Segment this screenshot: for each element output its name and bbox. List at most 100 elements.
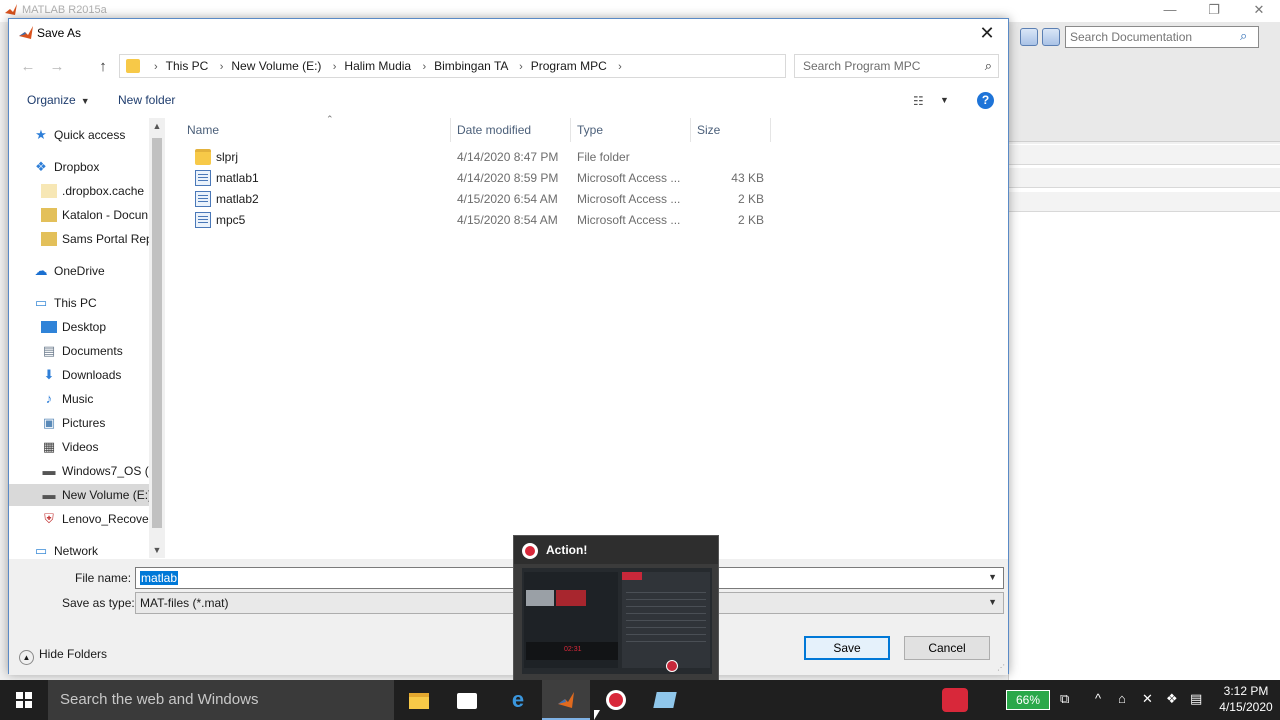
dialog-titlebar: Save As ✕ (9, 19, 1008, 49)
nav-item-label: Downloads (62, 368, 122, 382)
nav-item-label: .dropbox.cache (62, 184, 145, 198)
battery-indicator[interactable]: 66% (1006, 690, 1050, 710)
network-icon: ▭ (34, 543, 48, 558)
taskbar-search-box[interactable]: Search the web and Windows (48, 680, 394, 720)
nav-scrollbar[interactable]: ▲ ▼ (149, 118, 165, 558)
taskbar-clock[interactable]: 3:12 PM 4/15/2020 (1214, 683, 1278, 715)
nav-item-pictures[interactable]: ▣ Pictures (9, 412, 164, 434)
search-icon[interactable]: ⌕ (1240, 28, 1256, 44)
file-size: 43 KB (731, 171, 764, 185)
capture-icon[interactable]: ⧉ (1060, 691, 1069, 720)
breadcrumb-item[interactable]: New Volume (E:) (231, 59, 321, 73)
edge-icon: e (511, 687, 525, 712)
table-row[interactable]: slprj 4/14/2020 8:47 PM File folder (171, 147, 771, 168)
nav-item-this-pc[interactable]: ▭ This PC (9, 292, 164, 314)
taskbar-search-placeholder: Search the web and Windows (60, 691, 259, 708)
scrollbar-thumb[interactable] (152, 138, 162, 528)
action-center-icon[interactable]: ▤ (1190, 691, 1202, 720)
search-input[interactable] (803, 56, 973, 76)
scroll-up-icon[interactable]: ▲ (149, 118, 165, 134)
file-name: matlab2 (216, 192, 259, 206)
hide-folders-button[interactable]: ▲ Hide Folders (19, 647, 107, 665)
scroll-down-icon[interactable]: ▼ (149, 542, 165, 558)
help-icon[interactable]: ? (977, 92, 994, 109)
nav-item-lenovo-recovery[interactable]: ⛨ Lenovo_Recover (9, 508, 164, 530)
notification-app-icon[interactable] (942, 688, 968, 712)
clock-date: 4/15/2020 (1219, 700, 1273, 714)
volume-muted-icon[interactable]: ✕ (1142, 691, 1153, 720)
breadcrumb-item[interactable]: This PC (166, 59, 209, 73)
cancel-button[interactable]: Cancel (904, 636, 990, 660)
nav-item-quick-access[interactable]: ★ Quick access (9, 124, 164, 146)
nav-item-documents[interactable]: ▤ Documents (9, 340, 164, 362)
chevron-down-icon[interactable]: ▼ (988, 597, 997, 607)
search-icon[interactable]: ⌕ (985, 58, 992, 74)
chevron-down-icon[interactable]: ▼ (988, 572, 997, 582)
chevron-right-icon: › (332, 61, 337, 73)
nav-item-videos[interactable]: ▦ Videos (9, 436, 164, 458)
restore-icon[interactable]: ❐ (1199, 2, 1229, 18)
nav-item-dropbox-cache[interactable]: .dropbox.cache (9, 180, 164, 202)
action-recorder-popup[interactable]: Action! 02:31 (513, 535, 719, 681)
edge-taskbar-button[interactable]: e (494, 680, 542, 720)
minimize-icon[interactable]: — (1155, 2, 1185, 17)
record-icon (606, 690, 626, 710)
nav-item-desktop[interactable]: Desktop (9, 316, 164, 338)
close-icon[interactable]: ✕ (972, 21, 1002, 47)
network-icon[interactable]: ⌂ (1118, 691, 1126, 720)
new-folder-button[interactable]: New folder (118, 93, 175, 107)
nav-item-label: Katalon - Docun (62, 208, 149, 222)
save-button[interactable]: Save (804, 636, 890, 660)
column-header-size[interactable]: Size (691, 118, 771, 142)
organize-button[interactable]: Organize ▼ (27, 93, 90, 107)
matlab-quick-access-icon[interactable] (1020, 28, 1038, 46)
chevron-right-icon[interactable]: › (618, 61, 622, 73)
clock-time: 3:12 PM (1223, 684, 1269, 698)
save-type-label: Save as type: (62, 596, 135, 610)
app-taskbar-button[interactable] (641, 680, 689, 720)
file-type: File folder (577, 150, 630, 164)
dropbox-icon[interactable]: ❖ (1166, 691, 1178, 720)
breadcrumb-item[interactable]: Program MPC (531, 59, 607, 73)
folder-image-icon (41, 232, 57, 246)
store-taskbar-button[interactable] (443, 680, 491, 720)
resize-grip-icon[interactable]: ⋰ (997, 663, 1005, 672)
chevron-up-icon[interactable]: ^ (1095, 691, 1101, 720)
view-options-icon[interactable]: ☷ (913, 94, 924, 108)
caret-down-icon[interactable]: ▼ (940, 95, 949, 105)
breadcrumb-item[interactable]: Halim Mudia (344, 59, 411, 73)
back-arrow-icon[interactable]: ← (17, 56, 39, 78)
nav-item-windows7-os[interactable]: ▬ Windows7_OS (C (9, 460, 164, 482)
close-icon[interactable]: ✕ (1244, 2, 1274, 18)
breadcrumb-item[interactable]: Bimbingan TA (434, 59, 508, 73)
column-header-type[interactable]: Type (571, 118, 691, 142)
download-icon: ⬇ (43, 367, 55, 382)
nav-item-katalon[interactable]: Katalon - Docun (9, 204, 164, 226)
computer-icon: ▭ (34, 295, 48, 310)
nav-item-label: Pictures (62, 416, 106, 430)
column-header-date[interactable]: Date modified (451, 118, 571, 142)
folder-icon (126, 59, 140, 73)
table-row[interactable]: matlab2 4/15/2020 6:54 AM Microsoft Acce… (171, 189, 771, 210)
matlab-taskbar-button[interactable] (542, 680, 590, 720)
table-row[interactable]: mpc5 4/15/2020 8:54 AM Microsoft Access … (171, 210, 771, 231)
documentation-search-input[interactable] (1065, 26, 1259, 48)
nav-item-new-volume[interactable]: ▬ New Volume (E:) (9, 484, 164, 506)
matlab-help-icon[interactable] (1042, 28, 1060, 46)
start-button[interactable] (0, 680, 48, 720)
nav-item-network[interactable]: ▭ Network (9, 540, 164, 558)
save-as-dialog: Save As ✕ ← → ↑ › This PC › New Volume (E:… (8, 18, 1009, 675)
table-row[interactable]: matlab1 4/14/2020 8:59 PM Microsoft Acce… (171, 168, 771, 189)
up-arrow-icon[interactable]: ↑ (92, 56, 114, 78)
action-window-thumbnail: 02:31 (522, 568, 712, 674)
address-bar[interactable]: › This PC › New Volume (E:) › Halim Mudia ›… (119, 54, 886, 78)
nav-item-sams-portal[interactable]: Sams Portal Rep (9, 228, 164, 250)
nav-item-onedrive[interactable]: ☁ OneDrive (9, 260, 164, 282)
nav-item-downloads[interactable]: ⬇ Downloads (9, 364, 164, 386)
forward-arrow-icon[interactable]: → (46, 56, 68, 78)
thumbnail-preview (526, 590, 554, 606)
nav-item-music[interactable]: ♪ Music (9, 388, 164, 410)
column-header-name[interactable]: Name ⌃ (181, 114, 451, 142)
nav-item-dropbox[interactable]: ❖ Dropbox (9, 156, 164, 178)
file-explorer-taskbar-button[interactable] (395, 680, 443, 720)
